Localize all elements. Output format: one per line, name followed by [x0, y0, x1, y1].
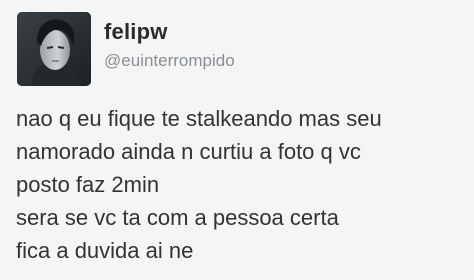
tweet-card: felipw @euinterrompido nao q eu fique te…: [0, 0, 474, 280]
avatar[interactable]: [17, 12, 91, 86]
tweet-header: felipw @euinterrompido: [17, 12, 235, 86]
user-handle[interactable]: @euinterrompido: [104, 51, 235, 71]
author-names: felipw @euinterrompido: [104, 12, 235, 71]
tweet-text: nao q eu fique te stalkeando mas seu nam…: [16, 102, 468, 267]
tweet-text-line: fica a duvida ai ne: [16, 238, 194, 263]
tweet-text-line: posto faz 2min: [16, 172, 160, 197]
display-name[interactable]: felipw: [104, 19, 235, 45]
tweet-text-line: namorado ainda n curtiu a foto q vc: [16, 139, 361, 164]
profile-photo-icon: [17, 12, 91, 86]
tweet-text-line: nao q eu fique te stalkeando mas seu: [16, 106, 382, 131]
tweet-text-line: sera se vc ta com a pessoa certa: [16, 205, 339, 230]
